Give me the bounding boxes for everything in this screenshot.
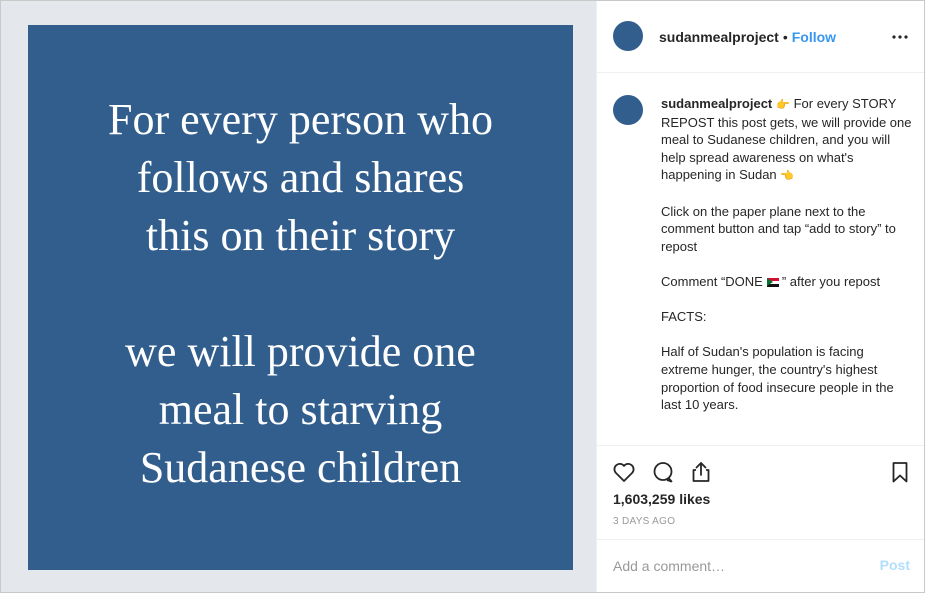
caption-facts-heading: FACTS: — [661, 309, 707, 325]
actions-section: 1,603,259 likes 3 DAYS AGO — [597, 445, 924, 540]
pointing-right-icon: 👉 — [776, 98, 790, 111]
heart-icon[interactable] — [611, 459, 637, 485]
post-timestamp[interactable]: 3 DAYS AGO — [613, 516, 675, 527]
image-subline: we will provide one meal to starving Sud… — [125, 327, 476, 492]
sudan-flag-icon — [766, 277, 779, 287]
caption-username-link[interactable]: sudanmealproject — [661, 96, 772, 111]
separator-dot: • — [782, 29, 788, 45]
likes-count[interactable]: 1,603,259 likes — [613, 491, 710, 507]
caption-text: sudanmealproject 👉 For every STORY REPOST… — [661, 95, 913, 431]
username-link[interactable]: sudanmealproject — [659, 29, 779, 45]
post-image[interactable]: For every person who follows and shares … — [28, 25, 573, 570]
image-headline: For every person who follows and shares … — [108, 95, 493, 260]
comment-section: Post — [597, 539, 924, 592]
bookmark-icon[interactable] — [887, 459, 913, 485]
caption-area: sudanmealproject 👉 For every STORY REPOST… — [597, 73, 924, 445]
comment-bubble-icon[interactable] — [650, 459, 676, 485]
caption-instructions: Click on the paper plane next to the com… — [661, 203, 896, 254]
media-pane: For every person who follows and shares … — [1, 1, 596, 592]
caption-fact-1: Half of Sudan's population is facing ext… — [661, 344, 894, 413]
follow-button[interactable]: Follow — [792, 29, 836, 45]
share-icon[interactable] — [688, 459, 714, 485]
post-side-panel: sudanmealproject • Follow sudanmealproject… — [596, 1, 924, 592]
pointing-left-icon: 👈 — [780, 169, 794, 183]
avatar[interactable] — [613, 21, 643, 51]
comment-cta-before: Comment “DONE — [661, 273, 763, 289]
more-horizontal-icon[interactable] — [890, 27, 910, 47]
post-header: sudanmealproject • Follow — [597, 1, 924, 73]
header-line: sudanmealproject • Follow — [659, 28, 836, 46]
caption-comment-cta: Comment “DONE ” after you repost — [661, 273, 913, 291]
comment-cta-after: ” after you repost — [781, 273, 881, 289]
comment-input[interactable] — [613, 554, 853, 578]
likes-number: 1,603,259 — [613, 491, 676, 507]
post-comment-button[interactable]: Post — [880, 557, 910, 573]
likes-label: likes — [679, 491, 711, 507]
caption-intro: sudanmealproject 👉 For every STORY REPOST… — [661, 95, 913, 185]
caption-avatar[interactable] — [613, 95, 643, 125]
post-dialog: For every person who follows and shares … — [0, 0, 925, 593]
